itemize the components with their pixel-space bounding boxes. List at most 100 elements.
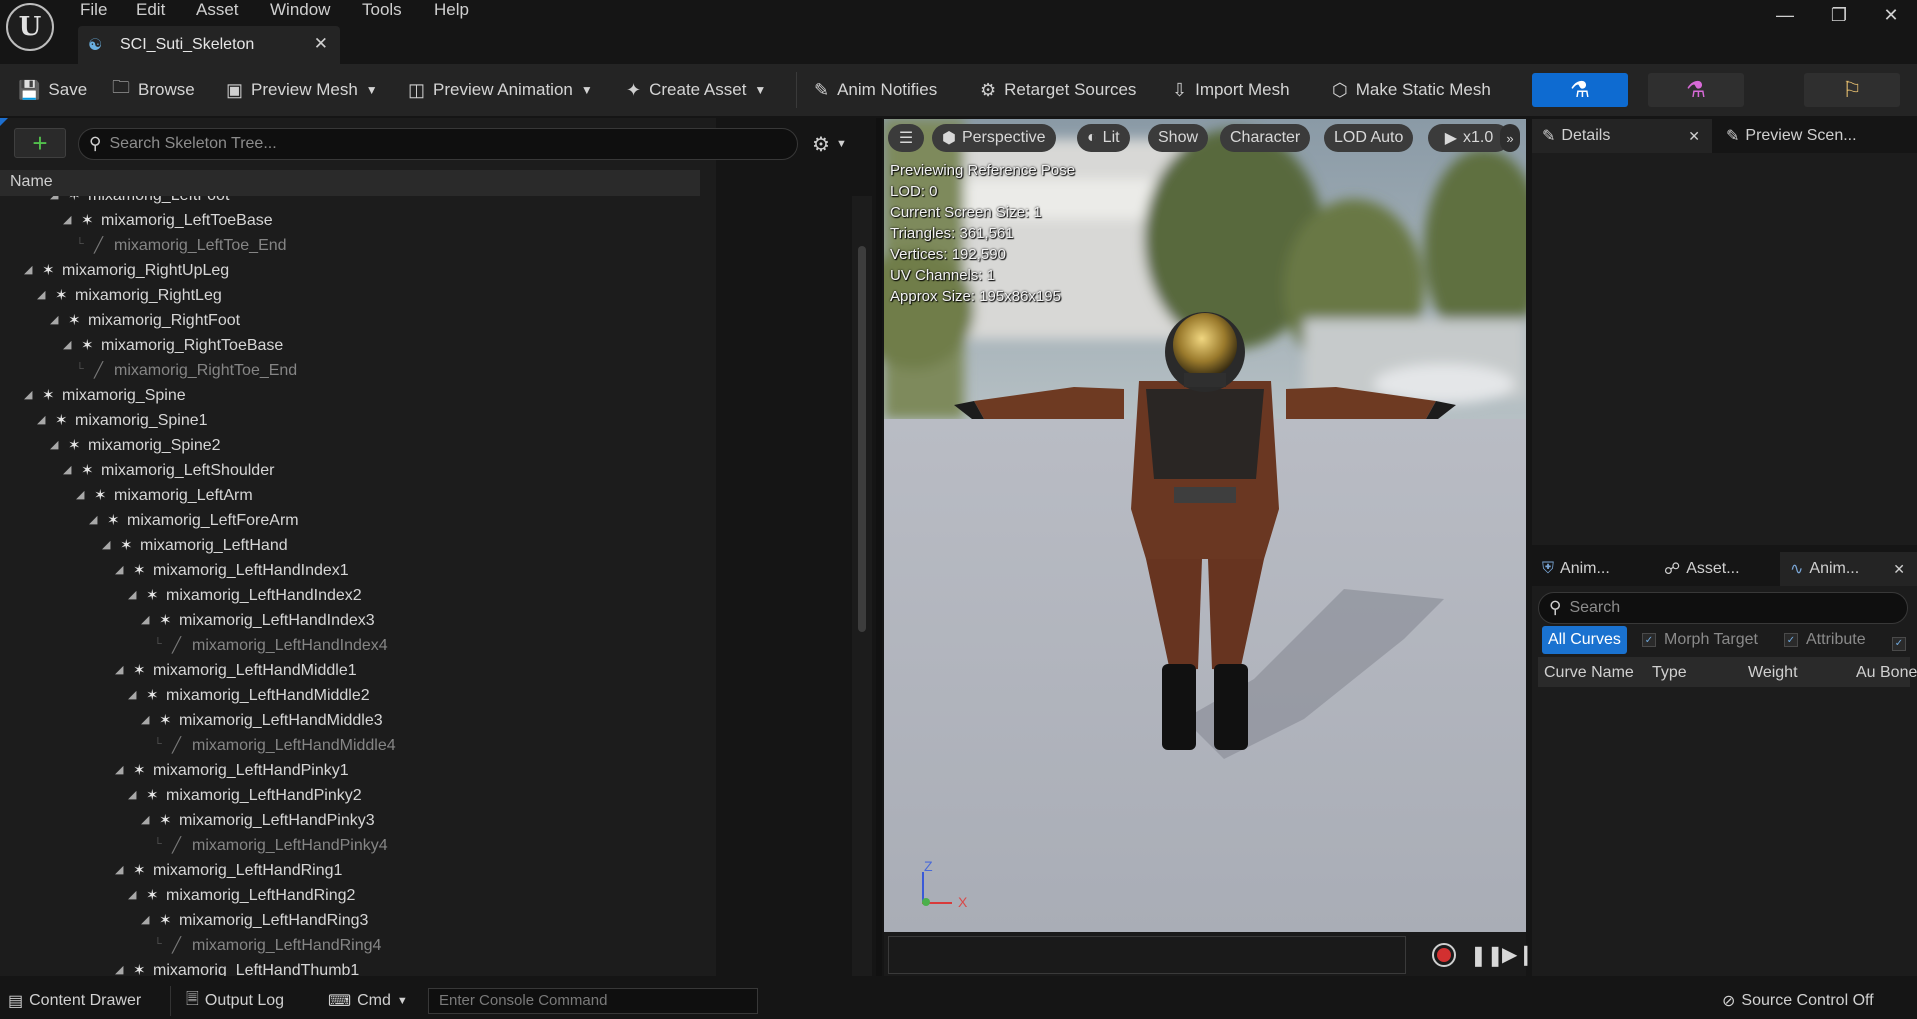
physics-mode-button[interactable]: ⚗: [1648, 73, 1744, 107]
tab-preview-scene[interactable]: ✎ Preview Scen...: [1726, 119, 1857, 153]
expand-arrow-icon[interactable]: ◢: [63, 463, 71, 476]
col-curve-name[interactable]: Curve Name: [1544, 664, 1634, 682]
tab-anim-1[interactable]: ⛨ Anim...: [1542, 552, 1610, 586]
expand-arrow-icon[interactable]: ◢: [50, 438, 58, 451]
close-tab-icon[interactable]: ✕: [1688, 128, 1700, 145]
browse-button[interactable]: 🗀 Browse: [112, 64, 195, 116]
close-tab-icon[interactable]: ✕: [314, 34, 328, 54]
tree-row[interactable]: └ ╱ mixamorig_RightToe_End: [0, 359, 700, 384]
anim-notifies-button[interactable]: ✎ Anim Notifies: [814, 64, 937, 116]
close-window-button[interactable]: ✕: [1868, 2, 1914, 28]
tree-row[interactable]: ◢ ✶ mixamorig_LeftHandIndex1: [0, 559, 700, 584]
pause-button[interactable]: ❚❚: [1470, 943, 1504, 968]
tree-row[interactable]: ◢ ✶ mixamorig_RightFoot: [0, 309, 700, 334]
expand-arrow-icon[interactable]: ◢: [24, 388, 32, 401]
record-button[interactable]: [1432, 943, 1456, 967]
expand-arrow-icon[interactable]: ◢: [24, 263, 32, 276]
expand-arrow-icon[interactable]: ◢: [115, 763, 123, 776]
menu-tools[interactable]: Tools: [362, 0, 402, 19]
tree-row[interactable]: ◢ ✶ mixamorig_LeftHandMiddle3: [0, 709, 700, 734]
expand-arrow-icon[interactable]: ◢: [102, 538, 110, 551]
tree-row[interactable]: ◢ ✶ mixamorig_LeftHandPinky3: [0, 809, 700, 834]
tree-row[interactable]: ◢ ✶ mixamorig_LeftHandRing3: [0, 909, 700, 934]
curves-search-input[interactable]: ⚲ Search: [1538, 592, 1908, 624]
tree-row[interactable]: ◢ ✶ mixamorig_RightLeg: [0, 284, 700, 309]
menu-edit[interactable]: Edit: [136, 0, 165, 19]
tree-row[interactable]: ◢ ✶ mixamorig_LeftToeBase: [0, 209, 700, 234]
tree-row[interactable]: └ ╱ mixamorig_LeftHandIndex4: [0, 634, 700, 659]
tree-row[interactable]: ◢ ✶ mixamorig_RightUpLeg: [0, 259, 700, 284]
close-tab-icon[interactable]: ✕: [1893, 561, 1905, 578]
expand-arrow-icon[interactable]: ◢: [50, 313, 58, 326]
tab-asset[interactable]: ☍ Asset...: [1664, 552, 1740, 586]
tree-row[interactable]: ◢ ✶ mixamorig_LeftHandIndex3: [0, 609, 700, 634]
tree-row[interactable]: ◢ ✶ mixamorig_LeftForeArm: [0, 509, 700, 534]
expand-arrow-icon[interactable]: ◢: [115, 863, 123, 876]
timeline-scrubber[interactable]: [888, 936, 1406, 974]
col-auto[interactable]: Au: [1856, 664, 1876, 682]
expand-arrow-icon[interactable]: ◢: [141, 813, 149, 826]
tree-row[interactable]: ◢ ✶ mixamorig_LeftArm: [0, 484, 700, 509]
source-control-button[interactable]: ⊘ Source Control Off: [1722, 988, 1874, 1014]
create-asset-dropdown[interactable]: ✦ Create Asset ▼: [626, 64, 766, 116]
more-options-button[interactable]: »: [1500, 124, 1520, 152]
make-static-mesh-button[interactable]: ⬡ Make Static Mesh: [1332, 64, 1491, 116]
expand-arrow-icon[interactable]: ◢: [128, 888, 136, 901]
expand-arrow-icon[interactable]: ◢: [141, 713, 149, 726]
tree-row[interactable]: ◢ ✶ mixamorig_LeftHandPinky1: [0, 759, 700, 784]
expand-arrow-icon[interactable]: ◢: [63, 213, 71, 226]
tree-row[interactable]: ◢ ✶ mixamorig_RightToeBase: [0, 334, 700, 359]
expand-arrow-icon[interactable]: ◢: [115, 563, 123, 576]
settings-dropdown[interactable]: ⚙ ▼: [812, 130, 847, 158]
col-bones[interactable]: Bones: [1880, 664, 1917, 682]
all-curves-filter[interactable]: All Curves: [1542, 626, 1627, 654]
expand-arrow-icon[interactable]: ◢: [37, 288, 45, 301]
expand-arrow-icon[interactable]: ◢: [141, 613, 149, 626]
add-button[interactable]: +: [14, 128, 66, 158]
console-command-input[interactable]: Enter Console Command: [428, 988, 758, 1014]
lit-dropdown[interactable]: ◐ Lit: [1077, 124, 1130, 152]
expand-arrow-icon[interactable]: ◢: [76, 488, 84, 501]
playback-speed-dropdown[interactable]: ▶ x1.0: [1428, 124, 1510, 152]
animation-mode-button[interactable]: ⚐: [1804, 73, 1900, 107]
document-tab[interactable]: ☯ SCI_Suti_Skeleton ✕: [78, 26, 340, 64]
expand-arrow-icon[interactable]: ◢: [63, 338, 71, 351]
col-type[interactable]: Type: [1652, 664, 1687, 682]
panel-splitter[interactable]: [876, 118, 882, 976]
tab-details[interactable]: ✎ Details ✕: [1532, 119, 1712, 153]
morph-target-filter[interactable]: ✓ Morph Target: [1642, 626, 1758, 654]
expand-arrow-icon[interactable]: ◢: [128, 688, 136, 701]
tree-scrollbar[interactable]: [858, 246, 866, 632]
show-dropdown[interactable]: Show: [1148, 124, 1209, 152]
skeleton-mode-button[interactable]: ⚗: [1532, 73, 1628, 107]
tree-row[interactable]: └ ╱ mixamorig_LeftHandMiddle4: [0, 734, 700, 759]
col-weight[interactable]: Weight: [1748, 664, 1798, 682]
tree-row[interactable]: ◢ ✶ mixamorig_LeftHandMiddle2: [0, 684, 700, 709]
name-column-header[interactable]: Name: [0, 170, 700, 196]
import-mesh-button[interactable]: ⇩ Import Mesh: [1172, 64, 1290, 116]
retarget-sources-button[interactable]: ⚙ Retarget Sources: [980, 64, 1136, 116]
lod-dropdown[interactable]: LOD Auto: [1324, 124, 1414, 152]
viewport-menu-button[interactable]: ☰: [888, 124, 924, 152]
character-dropdown[interactable]: Character: [1220, 124, 1311, 152]
tree-row[interactable]: ◢ ✶ mixamorig_LeftHandPinky2: [0, 784, 700, 809]
tree-row[interactable]: ◢ ✶ mixamorig_LeftHand: [0, 534, 700, 559]
preview-mesh-dropdown[interactable]: ▣ Preview Mesh ▼: [226, 64, 378, 116]
tree-row[interactable]: ◢ ✶ mixamorig_Spine2: [0, 434, 700, 459]
tree-row[interactable]: ◢ ✶ mixamorig_Spine: [0, 384, 700, 409]
output-log-button[interactable]: 🗏 Output Log: [186, 988, 284, 1014]
expand-arrow-icon[interactable]: ◢: [50, 196, 58, 201]
tree-row[interactable]: ◢ ✶ mixamorig_LeftHandThumb1: [0, 959, 700, 976]
tree-row[interactable]: ◢ ✶ mixamorig_LeftShoulder: [0, 459, 700, 484]
extra-filter-checkbox[interactable]: ✓: [1892, 633, 1906, 651]
tree-row[interactable]: ◢ ✶ mixamorig_LeftHandIndex2: [0, 584, 700, 609]
unreal-logo-icon[interactable]: U: [6, 3, 54, 51]
tree-row[interactable]: └ ╱ mixamorig_LeftHandRing4: [0, 934, 700, 959]
expand-arrow-icon[interactable]: ◢: [128, 588, 136, 601]
tree-row[interactable]: ◢ ✶ mixamorig_Spine1: [0, 409, 700, 434]
step-forward-button[interactable]: ▶❙: [1502, 942, 1534, 967]
save-button[interactable]: 💾 Save: [18, 64, 87, 116]
restore-button[interactable]: ❐: [1816, 2, 1862, 28]
tree-row[interactable]: ◢ ✶ mixamorig_LeftHandMiddle1: [0, 659, 700, 684]
tree-row[interactable]: ◢ ✶ mixamorig_LeftHandRing2: [0, 884, 700, 909]
